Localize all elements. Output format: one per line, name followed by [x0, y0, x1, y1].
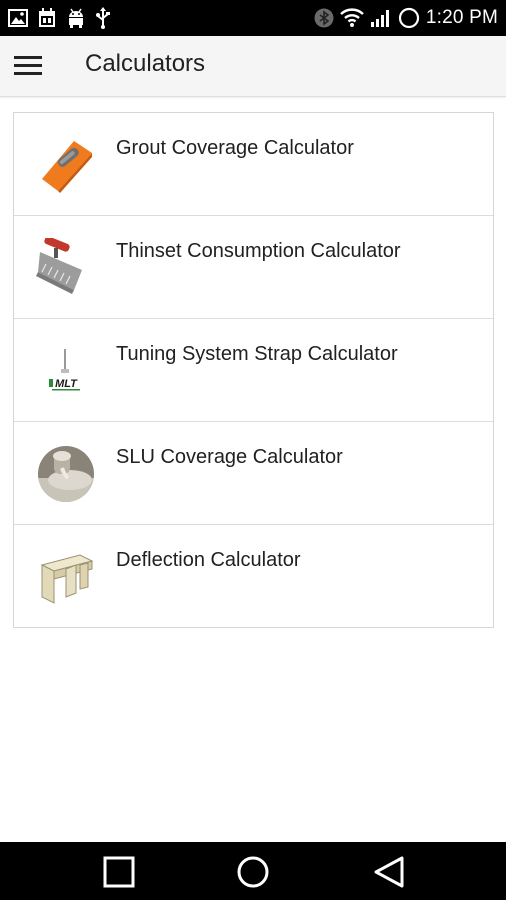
list-item-label: Tuning System Strap Calculator — [116, 343, 398, 365]
list-item-label: SLU Coverage Calculator — [116, 446, 343, 468]
bluetooth-icon — [314, 8, 334, 28]
wifi-icon — [340, 8, 364, 28]
calculator-list: Grout Coverage Calculator Thinset Consum… — [13, 112, 494, 628]
list-item-grout-coverage[interactable]: Grout Coverage Calculator — [14, 113, 493, 216]
status-system: 1:20 PM — [314, 6, 498, 30]
status-bar: 1:20 PM — [0, 0, 506, 36]
status-notifications — [8, 7, 110, 29]
alarm-ring-icon — [398, 7, 420, 29]
app-bar: Calculators — [0, 36, 506, 97]
mlt-strap-icon: MLT — [36, 341, 96, 401]
list-item-slu-coverage[interactable]: SLU Coverage Calculator — [14, 422, 493, 525]
hamburger-menu-icon[interactable] — [12, 52, 44, 80]
usb-icon — [96, 7, 110, 29]
signal-icon — [370, 8, 392, 28]
gallery-icon — [8, 9, 28, 27]
navigation-bar — [0, 842, 506, 900]
list-item-label: Deflection Calculator — [116, 549, 301, 571]
grout-float-icon — [36, 135, 96, 195]
notched-trowel-icon — [36, 238, 96, 298]
slu-pour-icon — [36, 444, 96, 504]
android-icon — [66, 8, 86, 28]
recent-apps-icon[interactable] — [102, 855, 136, 889]
list-item-tuning-system-strap[interactable]: MLT Tuning System Strap Calculator — [14, 319, 493, 422]
svg-text:MLT: MLT — [55, 378, 78, 390]
list-item-deflection[interactable]: Deflection Calculator — [14, 525, 493, 627]
calendar-icon — [38, 8, 56, 28]
home-circle-icon[interactable] — [236, 855, 270, 889]
back-triangle-icon[interactable] — [372, 855, 406, 889]
status-time: 1:20 PM — [425, 7, 498, 28]
joist-beam-icon — [36, 547, 96, 607]
page-title: Calculators — [85, 50, 206, 77]
list-item-label: Thinset Consumption Calculator — [116, 240, 401, 262]
list-item-thinset-consumption[interactable]: Thinset Consumption Calculator — [14, 216, 493, 319]
list-item-label: Grout Coverage Calculator — [116, 137, 354, 159]
